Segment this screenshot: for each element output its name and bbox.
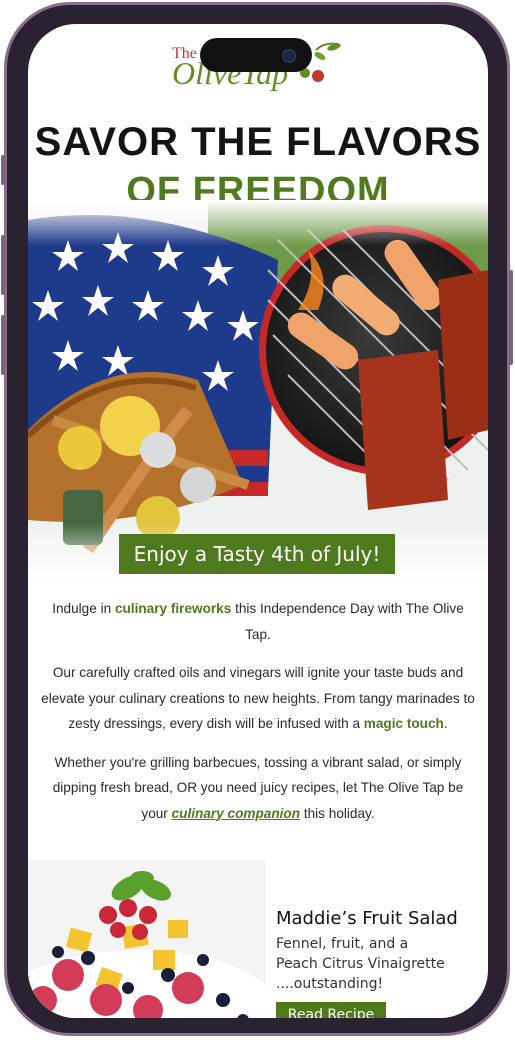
p1-highlight: culinary fireworks [114, 601, 232, 616]
p3-text-b: this holiday. [300, 805, 375, 821]
paragraph-2: Our carefully crafted oils and vinegars … [40, 660, 476, 737]
recipe-desc-line-1: Fennel, fruit, and a [276, 936, 409, 952]
mute-switch [1, 155, 5, 185]
recipe-title: Maddie’s Fruit Salad [276, 908, 458, 929]
email-screen[interactable]: The OliveTap SAVOR THE FLAVORS OF FREEDO… [28, 24, 488, 1018]
volume-down-button [1, 315, 5, 375]
hero-image[interactable] [28, 200, 488, 580]
recipe-desc-line-3: ....outstanding! [276, 976, 384, 992]
p2-text-b: . [443, 716, 448, 731]
july-4th-banner: Enjoy a Tasty 4th of July! [119, 534, 395, 574]
read-recipe-button[interactable]: Read Recipe [276, 1002, 386, 1018]
culinary-companion-link[interactable]: culinary companion [172, 806, 300, 821]
p2-highlight: magic touch [363, 716, 444, 731]
email-body-copy: Indulge in culinary fireworks this Indep… [40, 596, 476, 839]
front-camera-icon [282, 49, 296, 63]
p1-text-a: Indulge in [52, 601, 115, 616]
paragraph-1: Indulge in culinary fireworks this Indep… [40, 596, 476, 647]
headline-line-1: SAVOR THE FLAVORS [34, 120, 482, 164]
volume-up-button [1, 235, 5, 295]
dynamic-island [200, 38, 312, 72]
power-button [509, 270, 513, 365]
recipe-description: Fennel, fruit, and a Peach Citrus Vinaig… [276, 934, 476, 994]
fruit-salad-image[interactable] [28, 860, 266, 1018]
p1-text-b: this Independence Day with The Olive Tap… [231, 601, 464, 642]
paragraph-3: Whether you're grilling barbecues, tossi… [40, 750, 476, 827]
recipe-desc-line-2: Peach Citrus Vinaigrette [276, 956, 445, 972]
